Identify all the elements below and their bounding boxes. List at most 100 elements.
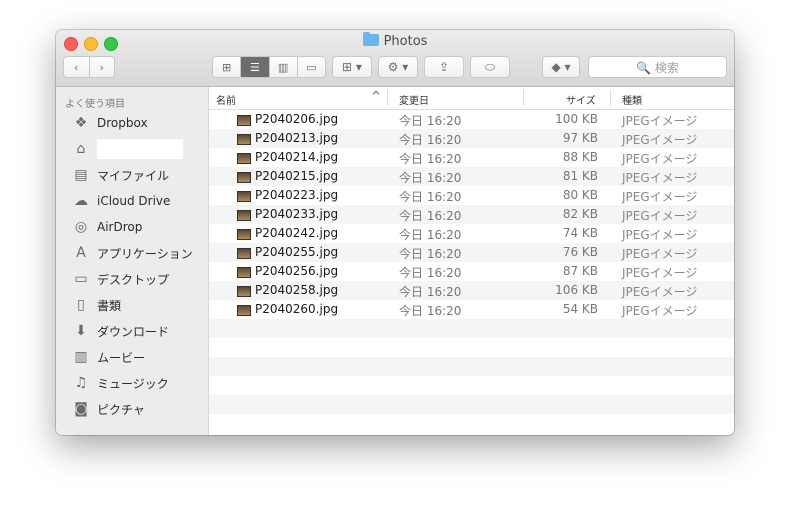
file-kind: JPEGイメージ xyxy=(622,190,698,204)
all-files-icon: ▤ xyxy=(74,167,88,183)
nav-buttons: ‹ › xyxy=(63,56,115,78)
jpeg-thumbnail-icon xyxy=(237,229,251,240)
column-divider[interactable] xyxy=(610,90,611,106)
folder-icon xyxy=(362,32,379,46)
empty-row xyxy=(209,319,734,338)
file-date: 今日 16:20 xyxy=(399,114,462,128)
column-date[interactable]: 変更日 xyxy=(399,92,429,107)
sidebar-item-label: ダウンロード xyxy=(97,324,170,339)
sidebar-item-label: Dropbox xyxy=(97,116,148,130)
column-view-button[interactable]: ▥ xyxy=(269,57,298,77)
table-row[interactable]: P2040256.jpg 今日 16:20 87 KB JPEGイメージ xyxy=(209,262,734,281)
back-button[interactable]: ‹ xyxy=(64,57,90,77)
sidebar-item-label: アプリケーション xyxy=(97,246,193,261)
file-size: 100 KB xyxy=(555,112,598,126)
file-list: 名前 ^ 変更日 サイズ 種類 P2040206.jpg 今日 16:20 100 … xyxy=(209,87,734,435)
jpeg-thumbnail-icon xyxy=(237,191,251,202)
file-kind: JPEGイメージ xyxy=(622,228,698,242)
file-date: 今日 16:20 xyxy=(399,266,462,280)
list-view-button[interactable]: ☰ xyxy=(241,57,270,77)
file-date: 今日 16:20 xyxy=(399,152,462,166)
sidebar-item-airdrop[interactable]: ◎ AirDrop xyxy=(72,217,142,237)
sidebar-item-desktop[interactable]: ▭ デスクトップ xyxy=(72,269,169,289)
file-size: 74 KB xyxy=(562,226,598,240)
sidebar-item-music[interactable]: ♫ ミュージック xyxy=(72,373,169,393)
dropbox-button[interactable]: ◆ ▾ xyxy=(542,56,580,78)
arrange-button[interactable]: ⊞ ▾ xyxy=(332,56,372,78)
column-name[interactable]: 名前 xyxy=(216,92,236,107)
sidebar-item-dropbox[interactable]: ❖ Dropbox xyxy=(72,113,148,133)
tag-button[interactable]: ⬭ xyxy=(470,56,510,78)
file-name: P2040255.jpg xyxy=(255,245,339,259)
icon-view-button[interactable]: ⊞ xyxy=(213,57,242,77)
table-row[interactable]: P2040258.jpg 今日 16:20 106 KB JPEGイメージ xyxy=(209,281,734,300)
cover-flow-button[interactable]: ▭ xyxy=(297,57,325,77)
sidebar-item-applications[interactable]: A アプリケーション xyxy=(72,243,193,263)
file-name: P2040206.jpg xyxy=(255,112,339,126)
file-kind: JPEGイメージ xyxy=(622,133,698,147)
file-size: 80 KB xyxy=(562,188,598,202)
file-size: 82 KB xyxy=(562,207,598,221)
file-name: P2040223.jpg xyxy=(255,188,339,202)
view-switcher: ⊞ ☰ ▥ ▭ xyxy=(212,56,326,78)
download-icon: ⬇ xyxy=(75,323,87,339)
column-kind[interactable]: 種類 xyxy=(622,92,642,107)
file-kind: JPEGイメージ xyxy=(622,209,698,223)
file-date: 今日 16:20 xyxy=(399,209,462,223)
sidebar-item-home[interactable]: ⌂ xyxy=(72,139,183,159)
jpeg-thumbnail-icon xyxy=(237,172,251,183)
search-field[interactable]: 🔍 検索 xyxy=(588,56,727,78)
file-date: 今日 16:20 xyxy=(399,133,462,147)
table-row[interactable]: P2040215.jpg 今日 16:20 81 KB JPEGイメージ xyxy=(209,167,734,186)
table-row[interactable]: P2040206.jpg 今日 16:20 100 KB JPEGイメージ xyxy=(209,110,734,129)
file-date: 今日 16:20 xyxy=(399,228,462,242)
file-name: P2040256.jpg xyxy=(255,264,339,278)
table-row[interactable]: P2040223.jpg 今日 16:20 80 KB JPEGイメージ xyxy=(209,186,734,205)
sort-indicator-icon: ^ xyxy=(371,89,382,103)
file-size: 87 KB xyxy=(562,264,598,278)
table-row[interactable]: P2040214.jpg 今日 16:20 88 KB JPEGイメージ xyxy=(209,148,734,167)
dropbox-icon: ❖ xyxy=(74,115,88,131)
table-row[interactable]: P2040255.jpg 今日 16:20 76 KB JPEGイメージ xyxy=(209,243,734,262)
table-row[interactable]: P2040242.jpg 今日 16:20 74 KB JPEGイメージ xyxy=(209,224,734,243)
file-size: 106 KB xyxy=(555,283,598,297)
window-title-text: Photos xyxy=(383,34,428,49)
jpeg-thumbnail-icon xyxy=(237,115,251,126)
column-divider[interactable] xyxy=(387,90,388,106)
jpeg-thumbnail-icon xyxy=(237,210,251,221)
file-date: 今日 16:20 xyxy=(399,304,462,318)
column-header: 名前 ^ 変更日 サイズ 種類 xyxy=(209,87,734,110)
action-button[interactable]: ⚙ ▾ xyxy=(378,56,418,78)
jpeg-thumbnail-icon xyxy=(237,134,251,145)
sidebar-item-downloads[interactable]: ⬇ ダウンロード xyxy=(72,321,169,341)
title-bar: Photos ‹ › ⊞ ☰ ▥ ▭ ⊞ ▾ ⚙ ▾ ⇪ ⬭ ◆ ▾ 🔍 検索 xyxy=(56,30,734,87)
sidebar: よく使う項目 ❖ Dropbox ⌂ ▤ マイファイル ☁ iCloud Drive … xyxy=(56,87,209,435)
sidebar-item-pictures[interactable]: ◙ ピクチャ xyxy=(72,399,145,419)
window-title: Photos xyxy=(56,32,734,49)
desktop-icon: ▭ xyxy=(74,271,88,287)
jpeg-thumbnail-icon xyxy=(237,286,251,297)
documents-icon: ▯ xyxy=(77,297,85,313)
table-row[interactable]: P2040260.jpg 今日 16:20 54 KB JPEGイメージ xyxy=(209,300,734,319)
forward-button[interactable]: › xyxy=(89,57,114,77)
file-kind: JPEGイメージ xyxy=(622,152,698,166)
sidebar-item-label: マイファイル xyxy=(97,168,170,183)
sidebar-item-documents[interactable]: ▯ 書類 xyxy=(72,295,121,315)
sidebar-item-icloud[interactable]: ☁ iCloud Drive xyxy=(72,191,170,211)
table-row[interactable]: P2040233.jpg 今日 16:20 82 KB JPEGイメージ xyxy=(209,205,734,224)
table-row[interactable]: P2040213.jpg 今日 16:20 97 KB JPEGイメージ xyxy=(209,129,734,148)
sidebar-item-my-files[interactable]: ▤ マイファイル xyxy=(72,165,169,185)
empty-row xyxy=(209,338,734,357)
file-size: 76 KB xyxy=(562,245,598,259)
column-size[interactable]: サイズ xyxy=(566,92,596,107)
file-date: 今日 16:20 xyxy=(399,171,462,185)
jpeg-thumbnail-icon xyxy=(237,153,251,164)
file-kind: JPEGイメージ xyxy=(622,266,698,280)
empty-row xyxy=(209,357,734,376)
share-button[interactable]: ⇪ xyxy=(424,56,464,78)
sidebar-item-label: iCloud Drive xyxy=(97,194,171,208)
file-date: 今日 16:20 xyxy=(399,285,462,299)
sidebar-item-movies[interactable]: ▥ ムービー xyxy=(72,347,145,367)
column-divider[interactable] xyxy=(523,90,524,106)
file-kind: JPEGイメージ xyxy=(622,114,698,128)
